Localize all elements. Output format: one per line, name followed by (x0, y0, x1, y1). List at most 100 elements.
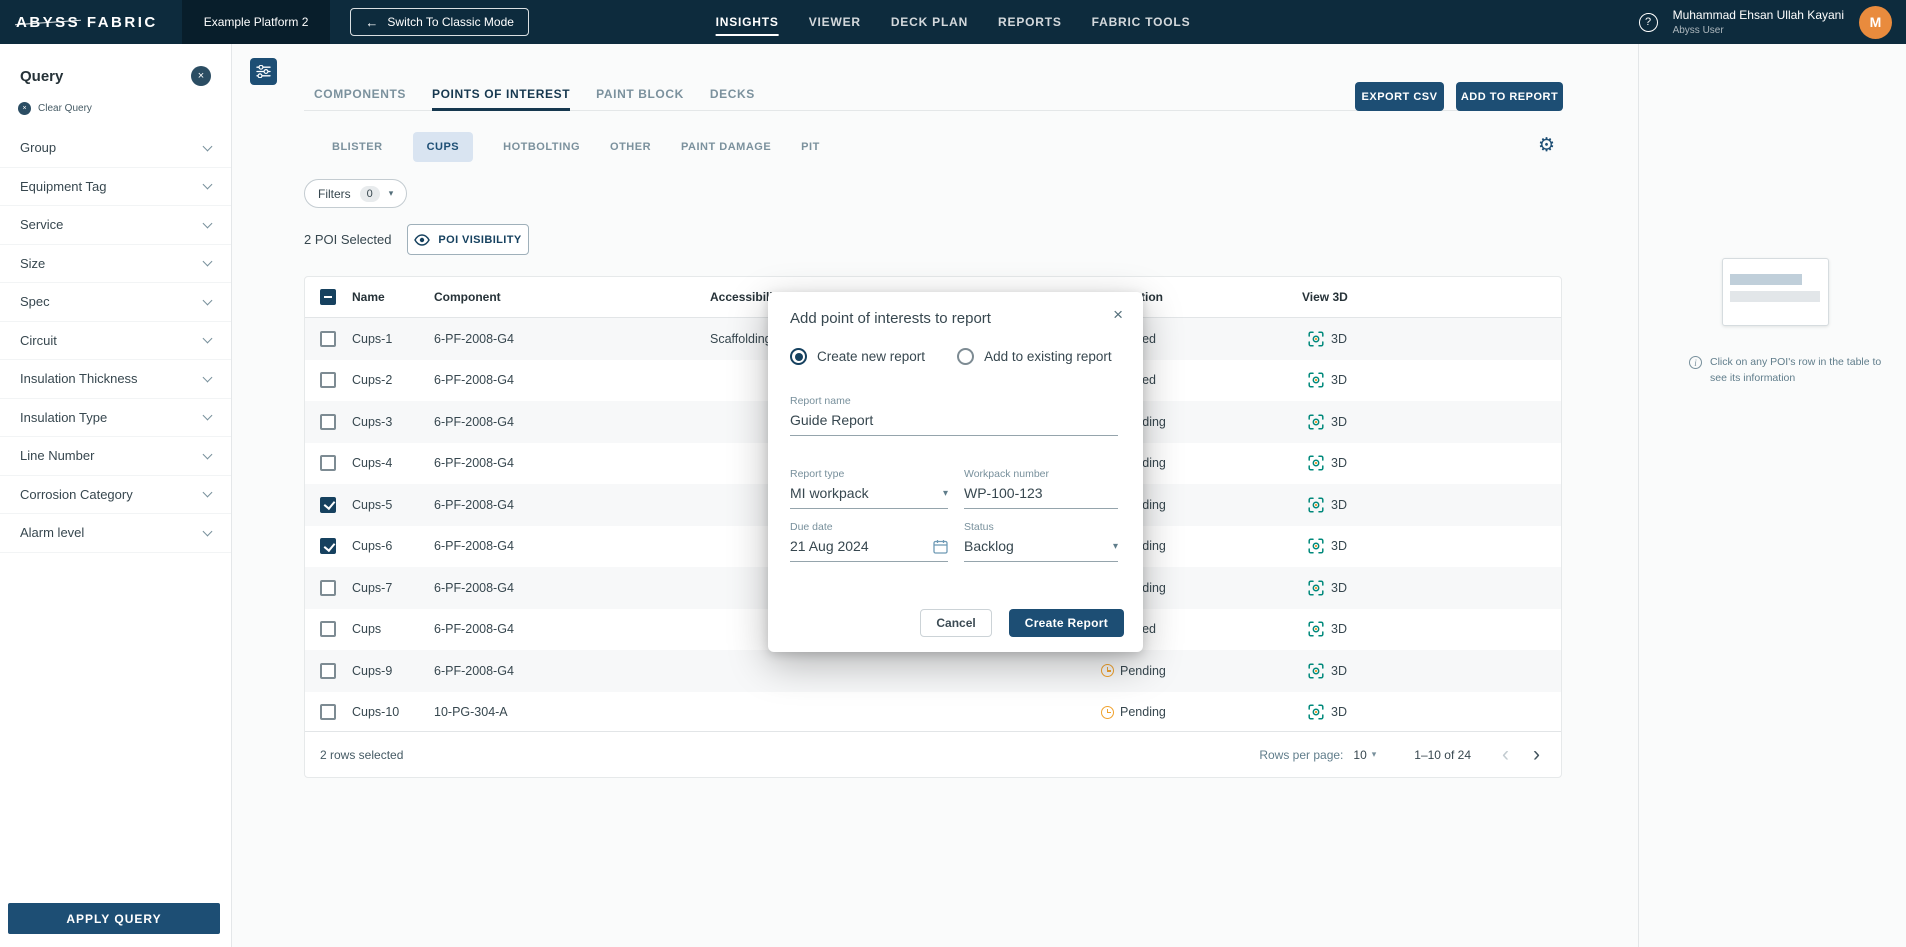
row-checkbox[interactable] (320, 497, 336, 513)
row-checkbox[interactable] (320, 455, 336, 471)
row-checkbox[interactable] (320, 580, 336, 596)
sidebar-item-size[interactable]: Size (0, 245, 231, 284)
filter-label: Size (20, 256, 45, 271)
view-3d-button[interactable]: 3D (1308, 497, 1347, 513)
close-icon[interactable]: × (1113, 306, 1123, 323)
row-checkbox[interactable] (320, 414, 336, 430)
sidebar-item-circuit[interactable]: Circuit (0, 322, 231, 361)
view-3d-button[interactable]: 3D (1308, 580, 1347, 596)
cell-status: Pending (1101, 705, 1166, 719)
column-name[interactable]: Name (352, 290, 385, 304)
poi-info-placeholder (1722, 258, 1829, 326)
close-query-icon[interactable]: × (191, 66, 211, 86)
rows-selected-text: 2 rows selected (320, 748, 403, 762)
row-checkbox[interactable] (320, 663, 336, 679)
tab-paint-block[interactable]: PAINT BLOCK (596, 80, 684, 110)
sidebar-item-service[interactable]: Service (0, 206, 231, 245)
previous-page-button[interactable]: ‹ (1497, 744, 1514, 765)
nav-item-deck-plan[interactable]: DECK PLAN (891, 0, 968, 44)
column-component[interactable]: Component (434, 290, 501, 304)
view-3d-button[interactable]: 3D (1308, 663, 1347, 679)
tab-points-of-interest[interactable]: POINTS OF INTEREST (432, 80, 570, 110)
query-toggle-button[interactable] (250, 58, 277, 85)
workpack-number-input[interactable]: Workpack number WP-100-123 (964, 468, 1118, 509)
cell-component: 10-PG-304-A (434, 705, 508, 719)
view-3d-button[interactable]: 3D (1308, 414, 1347, 430)
view-3d-button[interactable]: 3D (1308, 621, 1347, 637)
filter-label: Insulation Type (20, 410, 107, 425)
poi-hint-text: Click on any POI's row in the table to s… (1710, 354, 1896, 387)
sidebar-item-corrosion-category[interactable]: Corrosion Category (0, 476, 231, 515)
table-row[interactable]: Cups-1010-PG-304-APending3D (305, 692, 1561, 734)
next-page-button[interactable]: › (1528, 744, 1545, 765)
row-checkbox[interactable] (320, 331, 336, 347)
create-report-button[interactable]: Create Report (1009, 609, 1124, 637)
table-row[interactable]: Cups-96-PF-2008-G4Pending3D (305, 650, 1561, 692)
radio-add-to-existing-report[interactable]: Add to existing report (957, 348, 1112, 365)
filters-dropdown[interactable]: Filters 0 ▾ (304, 179, 407, 208)
select-all-checkbox[interactable] (320, 289, 336, 305)
cancel-button[interactable]: Cancel (920, 609, 991, 637)
subtab-paint-damage[interactable]: PAINT DAMAGE (681, 141, 771, 153)
cell-name: Cups-6 (352, 539, 392, 553)
filter-label: Service (20, 217, 63, 232)
chevron-down-icon: ▾ (389, 189, 394, 199)
view-3d-button[interactable]: 3D (1308, 372, 1347, 388)
subtab-hotbolting[interactable]: HOTBOLTING (503, 141, 580, 153)
gear-icon[interactable]: ⚙ (1538, 136, 1555, 155)
pagination-range: 1–10 of 24 (1414, 748, 1471, 762)
chevron-down-icon: ▾ (1372, 750, 1377, 760)
sidebar-item-alarm-level[interactable]: Alarm level (0, 514, 231, 553)
cell-name: Cups-7 (352, 581, 392, 595)
subtab-other[interactable]: OTHER (610, 141, 651, 153)
add-to-report-button[interactable]: ADD TO REPORT (1456, 82, 1563, 111)
nav-item-fabric-tools[interactable]: FABRIC TOOLS (1092, 0, 1191, 44)
nav-item-reports[interactable]: REPORTS (998, 0, 1062, 44)
cell-name: Cups (352, 622, 381, 636)
subtab-blister[interactable]: BLISTER (332, 141, 383, 153)
sidebar-item-insulation-type[interactable]: Insulation Type (0, 399, 231, 438)
calendar-icon[interactable] (933, 539, 948, 554)
apply-query-button[interactable]: APPLY QUERY (8, 903, 220, 934)
sidebar-item-insulation-thickness[interactable]: Insulation Thickness (0, 360, 231, 399)
switch-classic-mode-button[interactable]: ← Switch To Classic Mode (350, 8, 529, 36)
view-3d-button[interactable]: 3D (1308, 538, 1347, 554)
view-3d-button[interactable]: 3D (1308, 331, 1347, 347)
platform-tab[interactable]: Example Platform 2 (182, 0, 331, 44)
export-csv-button[interactable]: EXPORT CSV (1355, 82, 1444, 111)
due-date-input[interactable]: Due date 21 Aug 2024 (790, 521, 948, 562)
row-checkbox[interactable] (320, 372, 336, 388)
brand-logo[interactable]: ABYSS FABRIC (16, 14, 158, 31)
nav-item-viewer[interactable]: VIEWER (809, 0, 861, 44)
chevron-down-icon (203, 449, 213, 459)
subtab-pit[interactable]: PIT (801, 141, 820, 153)
avatar[interactable]: M (1859, 6, 1892, 39)
report-type-select[interactable]: Report type MI workpack ▾ (790, 468, 948, 509)
rows-per-page-select[interactable]: 10 ▾ (1353, 748, 1376, 762)
cell-name: Cups-3 (352, 415, 392, 429)
radio-create-new-report[interactable]: Create new report (790, 348, 925, 365)
sidebar-item-line-number[interactable]: Line Number (0, 437, 231, 476)
tab-decks[interactable]: DECKS (710, 80, 755, 110)
sidebar-item-spec[interactable]: Spec (0, 283, 231, 322)
cell-name: Cups-4 (352, 456, 392, 470)
view-3d-button[interactable]: 3D (1308, 704, 1347, 720)
report-name-input[interactable]: Report name Guide Report (790, 395, 1118, 436)
poi-visibility-button[interactable]: POI VISIBILITY (407, 224, 529, 255)
sidebar-item-equipment-tag[interactable]: Equipment Tag (0, 168, 231, 207)
nav-item-insights[interactable]: INSIGHTS (716, 0, 779, 44)
view-3d-button[interactable]: 3D (1308, 455, 1347, 471)
row-checkbox[interactable] (320, 621, 336, 637)
chevron-down-icon: ▾ (943, 488, 948, 499)
row-checkbox[interactable] (320, 704, 336, 720)
help-icon[interactable]: ? (1639, 13, 1658, 32)
cell-name: Cups-9 (352, 664, 392, 678)
sidebar-item-group[interactable]: Group (0, 129, 231, 168)
subtab-cups[interactable]: CUPS (413, 132, 474, 162)
clear-query-button[interactable]: × Clear Query (0, 102, 231, 115)
row-checkbox[interactable] (320, 538, 336, 554)
cell-component: 6-PF-2008-G4 (434, 622, 514, 636)
column-view-3d[interactable]: View 3D (1302, 290, 1348, 304)
tab-components[interactable]: COMPONENTS (314, 80, 406, 110)
status-select[interactable]: Status Backlog ▾ (964, 521, 1118, 562)
